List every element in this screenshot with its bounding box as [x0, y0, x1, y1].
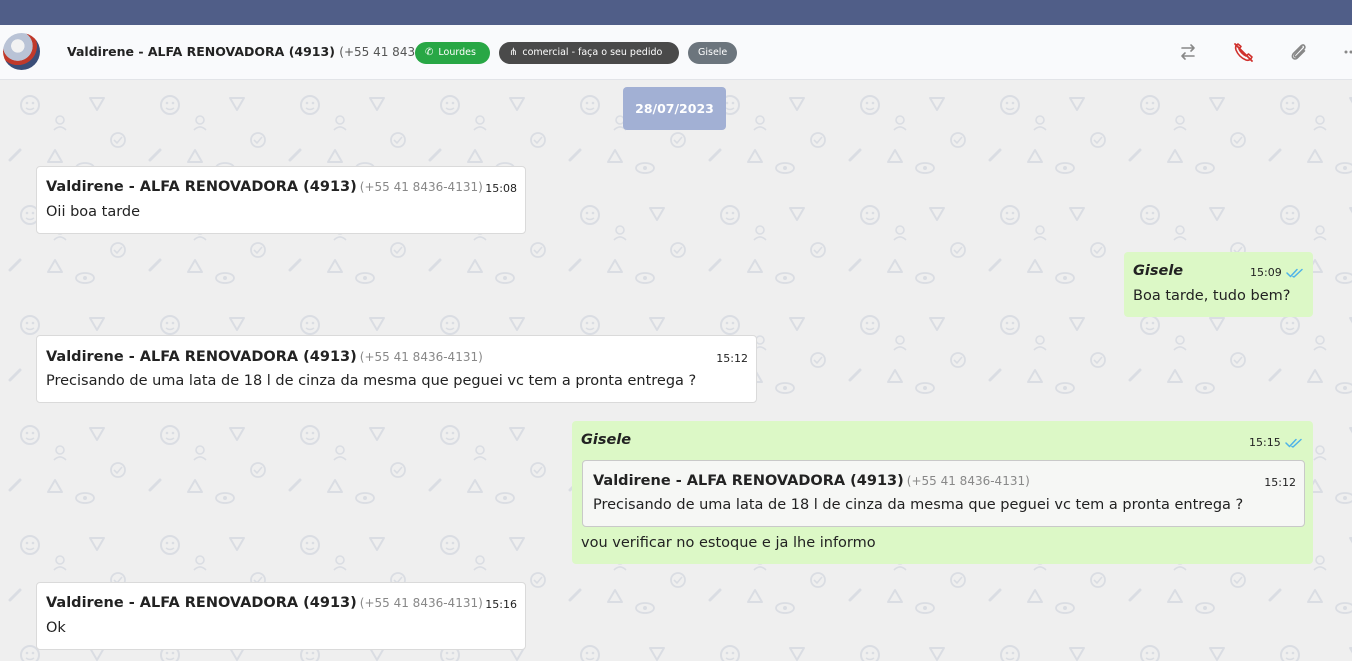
tag-label: Lourdes [438, 47, 476, 58]
message-outgoing[interactable]: Gisele 15:09 Boa tarde, tudo bem? [1124, 252, 1313, 317]
paperclip-icon [1291, 44, 1306, 60]
attach-button[interactable] [1283, 37, 1313, 67]
transfer-icon [1181, 44, 1195, 60]
top-bar [0, 0, 1352, 25]
message-time: 15:12 [716, 352, 748, 365]
contact-name: Valdirene - ALFA RENOVADORA (4913) [67, 44, 335, 59]
chat-area[interactable]: 28/07/2023 Valdirene - ALFA RENOVADORA (… [0, 80, 1352, 661]
sitemap-icon: ⋔ [509, 47, 518, 58]
quoted-time: 15:12 [1264, 476, 1296, 489]
quoted-text: Precisando de uma lata de 18 l de cinza … [593, 497, 1244, 513]
message-text: vou verificar no estoque e ja lhe inform… [581, 535, 876, 551]
tag-gisele[interactable]: Gisele [688, 42, 737, 64]
message-text: Precisando de uma lata de 18 l de cinza … [46, 373, 697, 389]
message-incoming[interactable]: Valdirene - ALFA RENOVADORA (4913) (+55 4… [36, 166, 526, 234]
more-icon [1344, 50, 1352, 54]
message-outgoing[interactable]: Gisele 15:15 Valdirene - ALFA RENOVADORA… [572, 421, 1313, 564]
message-time: 15:15 [1249, 436, 1281, 449]
message-sender: Valdirene - ALFA RENOVADORA (4913) (+55 4… [46, 349, 483, 365]
message-text: Boa tarde, tudo bem? [1133, 288, 1291, 304]
message-text: Ok [46, 620, 66, 636]
more-button[interactable] [1337, 37, 1352, 67]
message-time: 15:09 [1250, 266, 1282, 279]
transfer-button[interactable] [1173, 37, 1203, 67]
message-sender: Valdirene - ALFA RENOVADORA (4913) (+55 4… [46, 595, 483, 611]
hangup-button[interactable] [1228, 37, 1258, 67]
quoted-sender: Valdirene - ALFA RENOVADORA (4913) (+55 4… [593, 473, 1030, 489]
read-ticks-icon [1286, 268, 1303, 278]
phone-off-icon [1234, 43, 1253, 62]
quoted-message[interactable]: Valdirene - ALFA RENOVADORA (4913) (+55 4… [582, 460, 1305, 527]
whatsapp-icon: ✆ [425, 47, 434, 58]
tag-lourdes[interactable]: ✆ Lourdes [415, 42, 490, 64]
avatar[interactable] [3, 33, 40, 70]
message-sender: Gisele [1133, 263, 1184, 279]
message-text: Oii boa tarde [46, 204, 141, 220]
read-ticks-icon [1285, 438, 1302, 448]
chat-header: Valdirene - ALFA RENOVADORA (4913) (+55 … [0, 25, 1352, 80]
tag-queue[interactable]: ⋔ comercial - faça o seu pedido [499, 42, 679, 64]
contact-info[interactable]: Valdirene - ALFA RENOVADORA (4913) (+55 … [67, 44, 462, 59]
tag-label: comercial - faça o seu pedido [522, 47, 663, 58]
message-sender: Valdirene - ALFA RENOVADORA (4913) (+55 4… [46, 179, 483, 195]
tag-label: Gisele [698, 47, 728, 58]
message-incoming[interactable]: Valdirene - ALFA RENOVADORA (4913) (+55 4… [36, 335, 757, 403]
message-sender: Gisele [581, 432, 632, 448]
message-time: 15:08 [485, 182, 517, 195]
message-time: 15:16 [485, 598, 517, 611]
date-badge: 28/07/2023 [623, 87, 726, 130]
message-incoming[interactable]: Valdirene - ALFA RENOVADORA (4913) (+55 4… [36, 582, 526, 650]
